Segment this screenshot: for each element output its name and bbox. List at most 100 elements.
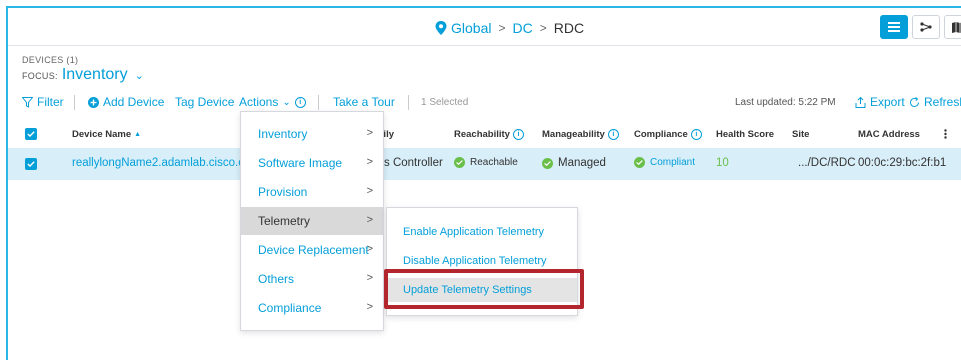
check-circle-icon: [634, 157, 645, 168]
cell-health-score: 10: [716, 157, 729, 169]
export-icon: [855, 96, 866, 108]
focus-selector[interactable]: FOCUS: Inventory ⌄: [22, 66, 144, 84]
menu-item-label: Others: [258, 272, 295, 286]
menu-item-label: Inventory: [258, 127, 308, 141]
column-label: Reachability: [454, 129, 510, 140]
submenu-enable-app-telemetry[interactable]: Enable Application Telemetry: [387, 220, 577, 244]
row-checkbox[interactable]: [25, 158, 37, 170]
check-circle-icon: [454, 157, 465, 168]
checkmark-icon: [27, 161, 35, 167]
breadcrumb-global[interactable]: Global: [451, 20, 491, 36]
column-mac-address[interactable]: MAC Address: [858, 129, 920, 140]
toolbar: Filter Add Device Tag Device Actions ⌄ i…: [22, 95, 961, 111]
selected-count: 1 Selected: [421, 97, 469, 108]
checkmark-icon: [27, 131, 35, 137]
cell-site: .../DC/RDC: [798, 157, 856, 169]
cell-family: s Controller: [384, 157, 443, 169]
menu-item-software-image[interactable]: Software Image >: [241, 149, 383, 177]
column-manageability[interactable]: Manageability i: [542, 129, 619, 140]
focus-label: FOCUS:: [22, 71, 58, 81]
column-label: Health Score: [716, 129, 775, 140]
top-bar: Global > DC > RDC: [8, 8, 961, 46]
menu-item-device-replacement[interactable]: Device Replacement >: [241, 236, 383, 264]
map-view-button[interactable]: [944, 15, 961, 39]
cell-reachability: Reachable: [454, 157, 518, 168]
cell-device-name[interactable]: reallylongName2.adamlab.cisco.com: [72, 157, 260, 169]
take-tour-label: Take a Tour: [333, 95, 395, 109]
table-row[interactable]: reallylongName2.adamlab.cisco.com s Cont…: [8, 148, 961, 180]
add-device-label: Add Device: [103, 95, 165, 109]
menu-item-label: Telemetry: [258, 214, 311, 228]
location-pin-icon: [435, 21, 447, 35]
column-label: Site: [792, 129, 810, 140]
column-compliance[interactable]: Compliance i: [634, 129, 702, 140]
table-header: Device Name ▲ Family Reachability i Mana…: [8, 120, 961, 148]
plus-circle-icon: [88, 96, 99, 108]
column-device-name[interactable]: Device Name ▲: [72, 129, 141, 140]
column-health-score[interactable]: Health Score: [716, 129, 774, 140]
export-label: Export: [870, 95, 905, 109]
menu-item-others[interactable]: Others >: [241, 265, 383, 293]
chevron-down-icon: ⌄: [134, 70, 144, 82]
focus-value[interactable]: Inventory: [62, 66, 128, 84]
chevron-right-icon: >: [366, 185, 373, 197]
cell-compliance[interactable]: Compliant: [634, 157, 695, 168]
manageability-value: Managed: [558, 157, 606, 169]
topology-view-button[interactable]: [912, 15, 940, 39]
list-view-button[interactable]: [880, 15, 908, 39]
column-label: MAC Address: [858, 129, 920, 140]
menu-item-telemetry[interactable]: Telemetry >: [241, 207, 383, 235]
filter-button[interactable]: Filter: [22, 95, 64, 109]
filter-label: Filter: [37, 95, 64, 109]
refresh-button[interactable]: Refresh: [909, 95, 961, 109]
menu-item-inventory[interactable]: Inventory >: [241, 120, 383, 148]
tag-device-label: Tag Device: [175, 95, 235, 109]
chevron-right-icon: >: [366, 127, 373, 139]
info-icon: i: [294, 96, 306, 108]
menu-item-label: Compliance: [258, 301, 322, 315]
column-label: Manageability: [542, 129, 605, 140]
view-switcher: [880, 15, 961, 39]
add-device-button[interactable]: Add Device: [88, 95, 164, 109]
info-icon: i: [512, 129, 524, 140]
info-icon: i: [607, 129, 619, 140]
chevron-right-icon: >: [366, 301, 373, 313]
compliance-value: Compliant: [650, 157, 696, 168]
actions-menu: Inventory > Software Image > Provision > Te…: [240, 111, 384, 331]
toolbar-divider: [408, 95, 409, 110]
breadcrumb: Global > DC > RDC: [435, 20, 584, 36]
cell-manageability: Managed: [542, 157, 606, 169]
highlight-annotation: [384, 269, 584, 309]
column-options-icon[interactable]: [944, 129, 947, 139]
chevron-right-icon: >: [366, 156, 373, 168]
menu-item-label: Software Image: [258, 156, 343, 170]
menu-item-label: Device Replacement: [258, 243, 369, 257]
export-button[interactable]: Export: [855, 95, 905, 109]
tag-device-button[interactable]: Tag Device: [175, 95, 234, 109]
select-all-checkbox[interactable]: [25, 128, 37, 140]
actions-button[interactable]: Actions ⌄ i: [239, 95, 306, 109]
reachability-value: Reachable: [470, 157, 518, 168]
check-circle-icon: [542, 157, 553, 169]
column-label: Compliance: [634, 129, 688, 140]
menu-item-label: Provision: [258, 185, 308, 199]
column-site[interactable]: Site: [792, 129, 809, 140]
take-tour-link[interactable]: Take a Tour: [333, 95, 395, 109]
more-vertical-icon: [944, 129, 947, 139]
toolbar-divider: [318, 95, 319, 110]
chevron-right-icon: >: [366, 272, 373, 284]
devices-count: DEVICES (1): [22, 55, 79, 65]
sort-up-icon: ▲: [134, 131, 142, 138]
last-updated: Last updated: 5:22 PM: [735, 97, 836, 108]
chevron-down-icon: ⌄: [282, 96, 291, 108]
column-label: Device Name: [72, 129, 132, 140]
breadcrumb-separator: >: [498, 21, 506, 35]
menu-item-provision[interactable]: Provision >: [241, 178, 383, 206]
menu-item-compliance[interactable]: Compliance >: [241, 294, 383, 322]
map-icon: [952, 21, 961, 33]
topology-icon: [920, 22, 932, 32]
list-icon: [888, 22, 900, 32]
column-reachability[interactable]: Reachability i: [454, 129, 524, 140]
breadcrumb-dc[interactable]: DC: [512, 20, 532, 36]
toolbar-divider: [74, 95, 75, 110]
